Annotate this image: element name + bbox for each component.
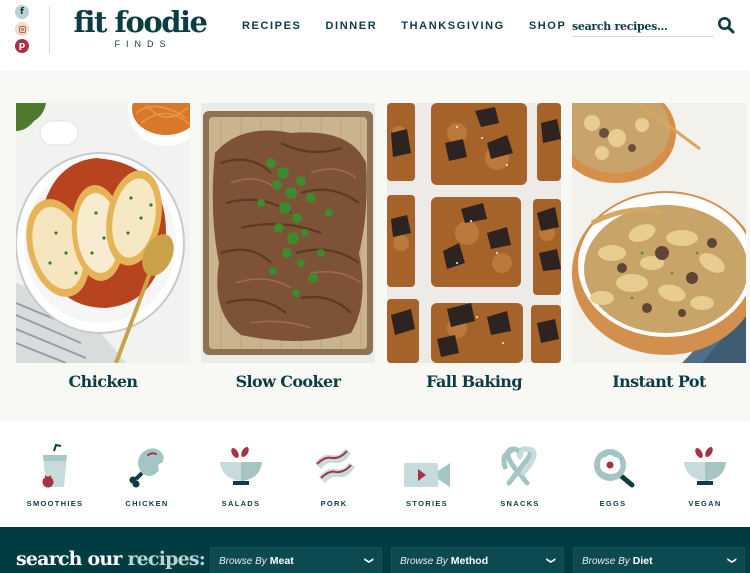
pretzel-icon xyxy=(501,446,537,486)
pumpkin-bars-image xyxy=(387,103,561,363)
logo-sub-text: FINDS xyxy=(114,39,172,49)
category-eggs[interactable]: EGGS xyxy=(568,443,658,508)
category-smoothies[interactable]: SMOOTHIES xyxy=(10,443,100,508)
site-header: f p fit foodie FINDS RECIPES DINNER THAN… xyxy=(0,0,750,71)
feature-card-fall-baking[interactable]: Fall Baking xyxy=(387,103,561,391)
instagram-icon[interactable] xyxy=(15,22,29,36)
category-label: VEGAN xyxy=(688,499,722,508)
nav-dinner[interactable]: DINNER xyxy=(326,20,378,32)
video-camera-icon xyxy=(404,463,450,487)
chevron-down-icon: ❯ xyxy=(727,556,738,565)
category-label: SMOOTHIES xyxy=(26,499,84,508)
dropdown-value: Meat xyxy=(269,555,294,567)
chicken-leg-icon xyxy=(129,448,164,488)
salad-bowl-icon xyxy=(220,447,262,485)
pinterest-icon[interactable]: p xyxy=(15,39,29,53)
search-icon xyxy=(718,17,735,34)
facebook-icon[interactable]: f xyxy=(15,5,29,19)
category-salads[interactable]: SALADS xyxy=(196,443,286,508)
dropdown-prefix: Browse By xyxy=(582,555,630,567)
shredded-pork-image xyxy=(201,103,375,363)
category-label: EGGS xyxy=(599,499,627,508)
main-nav: RECIPES DINNER THANKSGIVING SHOP xyxy=(242,20,590,32)
feature-title-chicken: Chicken xyxy=(68,372,138,391)
category-label: PORK xyxy=(320,499,348,508)
chicken-parmesan-image xyxy=(16,103,190,363)
dropdown-prefix: Browse By xyxy=(400,555,448,567)
feature-card-instant-pot[interactable]: Instant Pot xyxy=(572,103,746,391)
category-icons: SMOOTHIES CHICKEN SALADS PORK STORIES SN… xyxy=(0,421,750,527)
bacon-icon xyxy=(315,449,355,483)
browse-by-diet-dropdown[interactable]: Browse By Diet ❯ xyxy=(573,547,745,573)
feature-image-chicken xyxy=(16,103,190,363)
recipe-finder: search our recipes: Browse By Meat ❯ Bro… xyxy=(0,527,750,573)
feature-card-slow-cooker[interactable]: Slow Cooker xyxy=(201,103,375,391)
category-label: SALADS xyxy=(221,499,261,508)
dropdown-value: Method xyxy=(450,555,489,567)
category-pork[interactable]: PORK xyxy=(289,443,379,508)
category-label: STORIES xyxy=(406,499,448,508)
feature-title-instant-pot: Instant Pot xyxy=(612,372,706,391)
header-divider xyxy=(49,6,50,54)
site-logo[interactable]: fit foodie FINDS xyxy=(70,6,210,49)
category-stories[interactable]: STORIES xyxy=(382,443,472,508)
feature-image-instant-pot xyxy=(572,103,746,363)
search-input[interactable] xyxy=(572,20,714,33)
search-box xyxy=(572,17,714,37)
nav-recipes[interactable]: RECIPES xyxy=(242,20,302,32)
instagram-glyph xyxy=(18,25,26,33)
finder-title-part2: recipes: xyxy=(127,548,206,570)
chevron-down-icon: ❯ xyxy=(364,556,375,565)
feature-image-fall-baking xyxy=(387,103,561,363)
beef-stroganoff-image xyxy=(572,103,746,363)
nav-shop[interactable]: SHOP xyxy=(529,20,567,32)
featured-categories: Chicken Slow Cooker Fall Baking Instant … xyxy=(0,71,750,421)
browse-by-method-dropdown[interactable]: Browse By Method ❯ xyxy=(391,547,564,573)
category-snacks[interactable]: SNACKS xyxy=(475,443,565,508)
search-button[interactable] xyxy=(717,16,735,34)
finder-title: search our recipes: xyxy=(16,548,206,570)
chevron-down-icon: ❯ xyxy=(546,556,557,565)
social-links: f p xyxy=(15,5,31,56)
smoothie-icon xyxy=(42,443,67,488)
category-label: CHICKEN xyxy=(125,499,169,508)
dropdown-value: Diet xyxy=(632,555,653,567)
logo-main-text: fit foodie xyxy=(73,5,208,39)
feature-image-slow-cooker xyxy=(201,103,375,363)
browse-by-meat-dropdown[interactable]: Browse By Meat ❯ xyxy=(210,547,382,573)
feature-title-slow-cooker: Slow Cooker xyxy=(235,372,341,391)
feature-card-chicken[interactable]: Chicken xyxy=(16,103,190,391)
category-vegan[interactable]: VEGAN xyxy=(660,443,750,508)
finder-title-part1: search our xyxy=(16,548,122,570)
frying-pan-egg-icon xyxy=(594,449,635,488)
category-label: SNACKS xyxy=(500,499,540,508)
dropdown-prefix: Browse By xyxy=(219,555,267,567)
category-chicken[interactable]: CHICKEN xyxy=(102,443,192,508)
vegan-bowl-icon xyxy=(684,447,726,485)
feature-title-fall-baking: Fall Baking xyxy=(426,372,522,391)
nav-thanksgiving[interactable]: THANKSGIVING xyxy=(401,20,505,32)
